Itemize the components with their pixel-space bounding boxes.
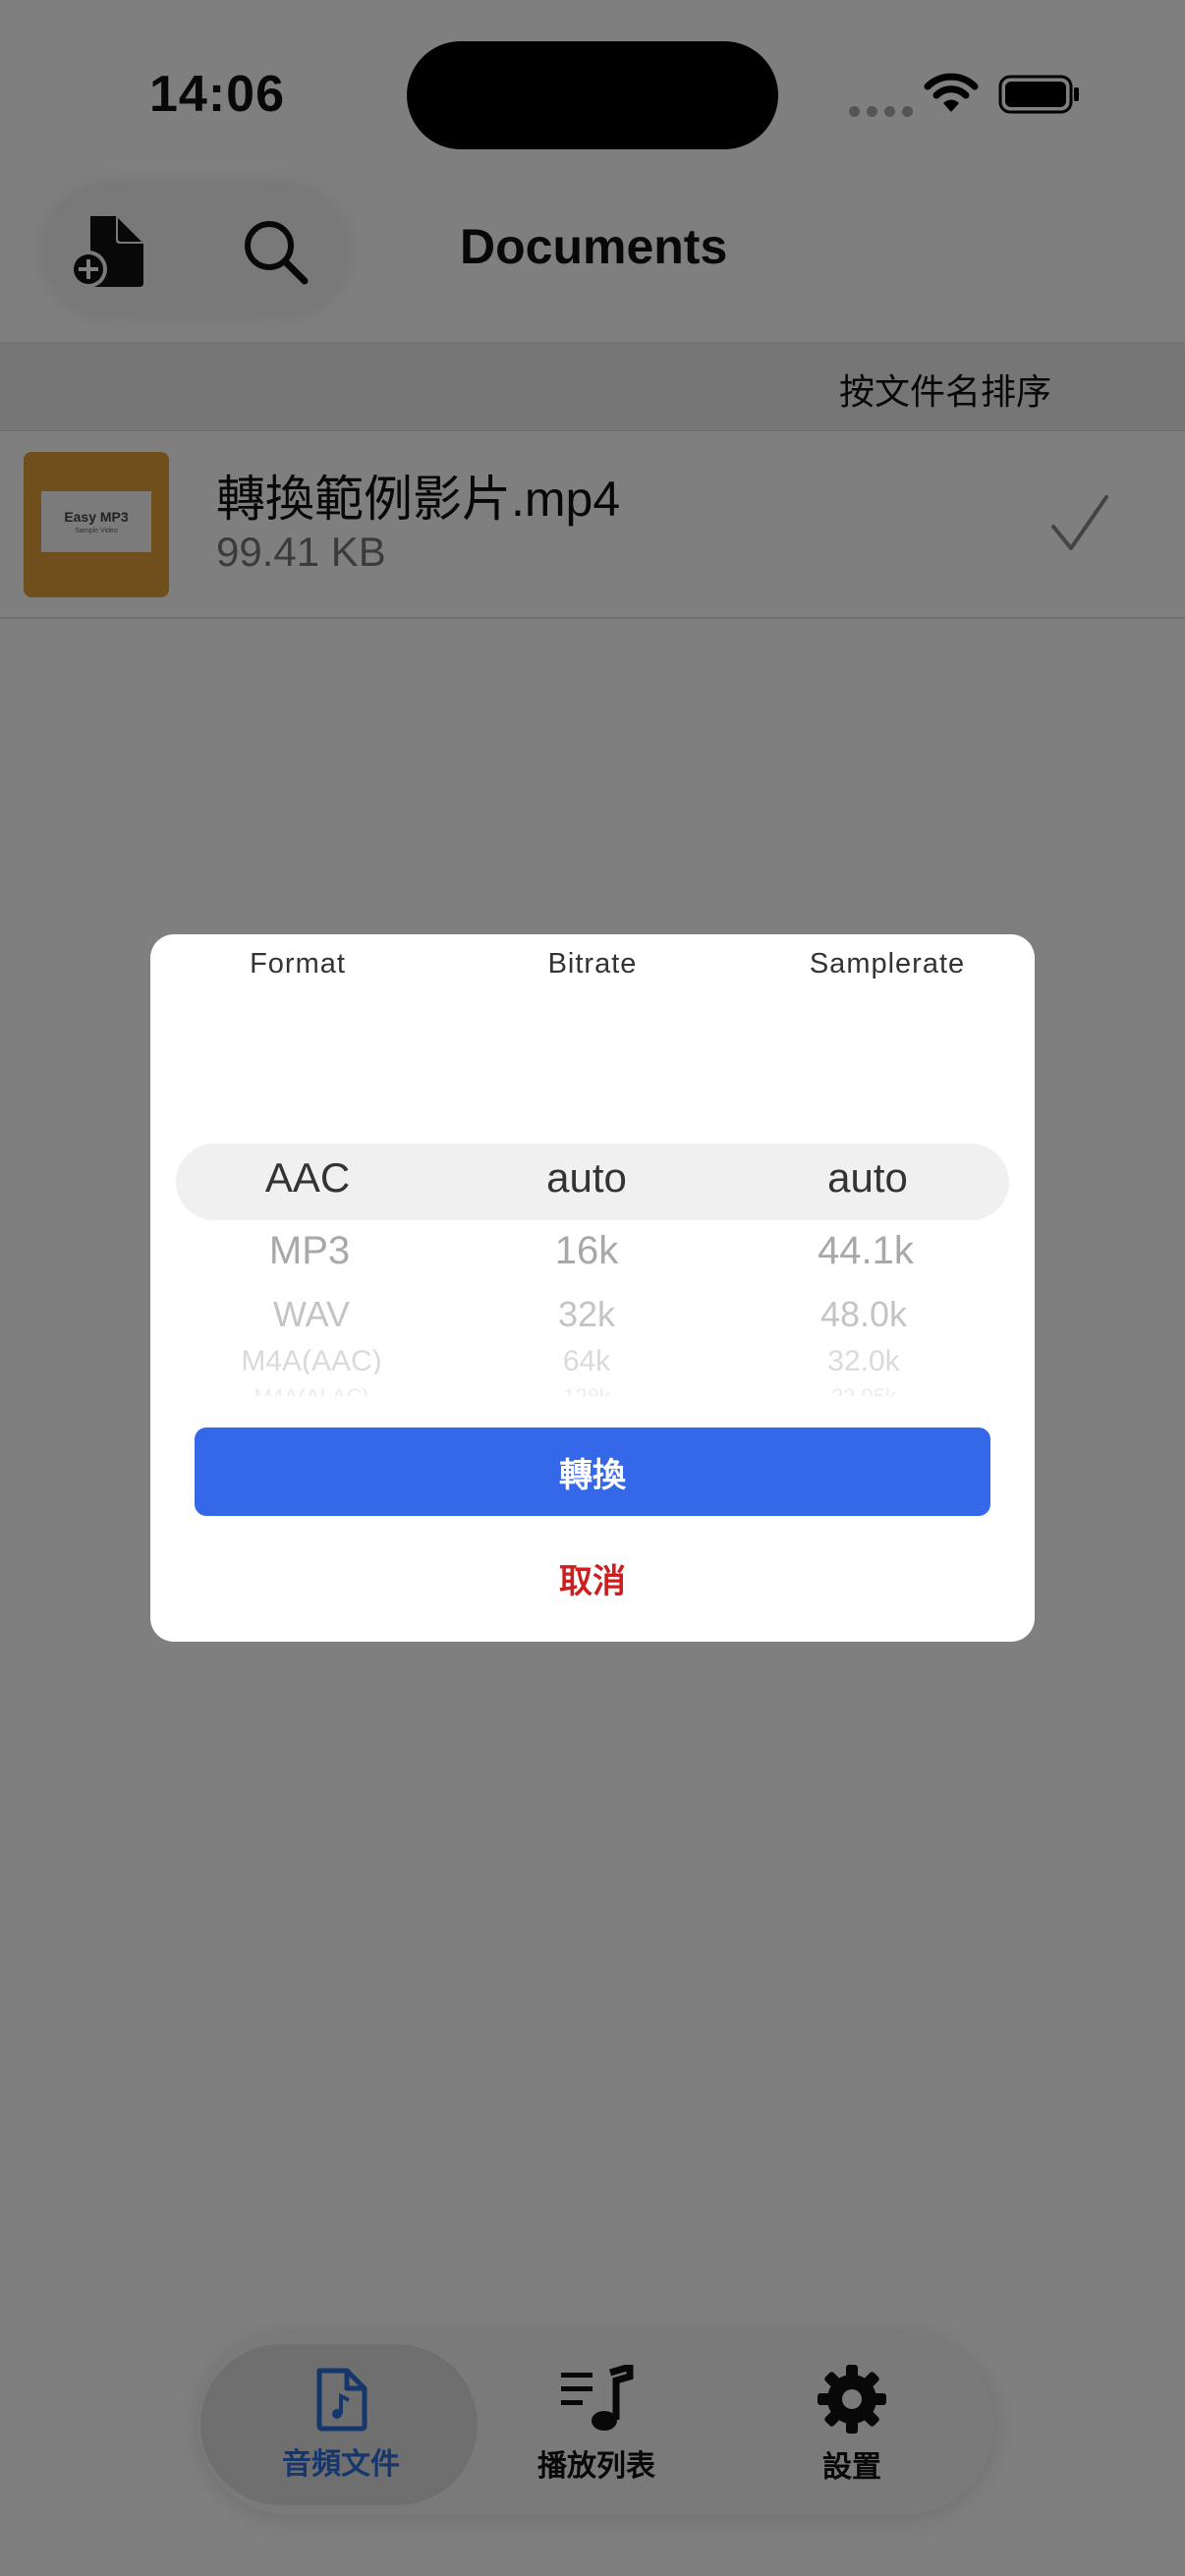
convert-button[interactable]: 轉換 bbox=[195, 1428, 990, 1516]
format-column-header: Format bbox=[250, 948, 346, 980]
bitrate-option[interactable]: 128k bbox=[439, 1384, 734, 1396]
samplerate-option[interactable]: 48.0k bbox=[716, 1294, 1011, 1335]
samplerate-column-header: Samplerate bbox=[809, 948, 966, 980]
bitrate-selected-option[interactable]: auto bbox=[439, 1154, 734, 1202]
format-option[interactable]: WAV bbox=[164, 1294, 459, 1335]
cancel-button[interactable]: 取消 bbox=[445, 1536, 740, 1620]
samplerate-option[interactable]: 44.1k bbox=[718, 1229, 1013, 1273]
bitrate-column-header: Bitrate bbox=[547, 948, 638, 980]
samplerate-option[interactable]: 22.05k bbox=[716, 1384, 1011, 1396]
format-selected-option[interactable]: AAC bbox=[160, 1154, 455, 1202]
bitrate-option[interactable]: 32k bbox=[439, 1294, 734, 1335]
samplerate-option[interactable]: 32.0k bbox=[716, 1345, 1011, 1374]
samplerate-selected-option[interactable]: auto bbox=[720, 1154, 1015, 1202]
format-option[interactable]: MP3 bbox=[162, 1229, 457, 1273]
bitrate-option[interactable]: 64k bbox=[439, 1345, 734, 1374]
convert-options-dialog: Format Bitrate Samplerate AAC MP3 WAV M4… bbox=[150, 934, 1035, 1642]
format-option[interactable]: M4A(AAC) bbox=[164, 1345, 459, 1374]
bitrate-option[interactable]: 16k bbox=[439, 1229, 734, 1273]
format-option[interactable]: M4A(ALAC) bbox=[164, 1384, 459, 1396]
